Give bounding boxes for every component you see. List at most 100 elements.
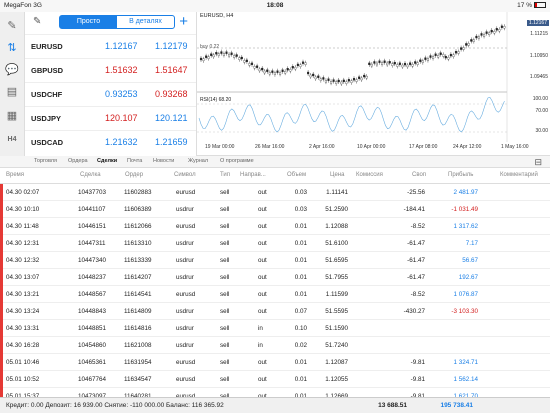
- quote-symbol: USDCHF: [31, 90, 63, 99]
- plus-icon[interactable]: +: [179, 13, 188, 30]
- quote-ask[interactable]: 1.21659: [155, 137, 188, 147]
- table-cell: 1.11599: [325, 291, 348, 298]
- profit-total: 195 738.41: [440, 402, 473, 409]
- table-row[interactable]: 04.30 16:28 10454860 11621008 usdrur sell in 0…: [0, 337, 550, 354]
- tab-trade[interactable]: Торговля: [34, 158, 57, 164]
- tab-deals[interactable]: Сделки: [97, 158, 117, 164]
- candle-body: [493, 31, 496, 34]
- table-cell: sell: [220, 342, 230, 349]
- table-row[interactable]: 05.01 10:52 10467764 11634547 eurusd sell out…: [0, 371, 550, 388]
- column-header[interactable]: Время: [6, 172, 24, 178]
- view-mode-segment[interactable]: Просто В деталях: [59, 15, 175, 29]
- chat-icon[interactable]: 💬: [4, 62, 20, 78]
- candle-body: [296, 63, 299, 67]
- chart-icon[interactable]: ⇅: [4, 40, 20, 56]
- candle-body: [227, 53, 231, 57]
- table-cell: 1.12088: [325, 223, 348, 230]
- quote-row[interactable]: USDJPY 120.107 120.121: [25, 106, 196, 130]
- table-cell: 10437703: [78, 189, 107, 196]
- table-cell: 0.01: [294, 240, 307, 247]
- tab-about[interactable]: О программе: [220, 158, 254, 164]
- quote-row[interactable]: USDCAD 1.21632 1.21659: [25, 130, 196, 154]
- table-cell: 10448237: [78, 274, 107, 281]
- column-header[interactable]: Направ...: [240, 172, 266, 178]
- quotes-icon[interactable]: ✎: [4, 18, 20, 34]
- table-row[interactable]: 04.30 13:21 10448567 11614541 eurusd sell out…: [0, 286, 550, 303]
- table-row[interactable]: 04.30 11:48 10446151 11612066 eurusd sell out…: [0, 218, 550, 235]
- table-cell: 04.30 16:28: [6, 342, 40, 349]
- table-cell: 1 317.62: [453, 223, 478, 230]
- battery-indicator: 17 %: [517, 0, 546, 12]
- candle-body: [454, 51, 458, 54]
- table-row[interactable]: 04.30 13:07 10448237 11614207 usdrur sell out…: [0, 269, 550, 286]
- column-header[interactable]: Тип: [220, 172, 230, 178]
- table-cell: -9.81: [410, 359, 425, 366]
- quote-row[interactable]: USDCHF 0.93253 0.93268: [25, 82, 196, 106]
- column-header[interactable]: Символ: [174, 172, 196, 178]
- candle-body: [470, 39, 473, 42]
- table-row[interactable]: 04.30 10:10 10441107 11606389 usdrur sell out…: [0, 201, 550, 218]
- rsi-label: RSI(14) 68.20: [200, 97, 232, 103]
- history-icon[interactable]: ▦: [4, 108, 20, 124]
- tab-news[interactable]: Новости: [153, 158, 174, 164]
- column-header[interactable]: Ордер: [125, 172, 143, 178]
- column-header[interactable]: Своп: [412, 172, 426, 178]
- candle-body: [416, 62, 419, 65]
- table-cell: 04.30 13:24: [6, 308, 40, 315]
- candlestick-series: [199, 23, 506, 86]
- table-cell: out: [258, 274, 267, 281]
- quote-ask[interactable]: 0.93268: [155, 89, 188, 99]
- quote-ask[interactable]: 120.121: [155, 113, 188, 123]
- column-header[interactable]: Комментарий: [500, 172, 538, 178]
- candle-body: [301, 61, 305, 64]
- quote-row[interactable]: EURUSD 1.12167 1.12179: [25, 34, 196, 58]
- order-line-label: buy 0.22: [200, 44, 220, 50]
- tab-journal[interactable]: Журнал: [188, 158, 208, 164]
- quote-row[interactable]: GBPUSD 1.51632 1.51647: [25, 58, 196, 82]
- price-chart[interactable]: EURUSD, H4 buy 0.22 1.12167 1.11215 1.10…: [197, 12, 550, 156]
- candle-body: [457, 51, 460, 54]
- deal-marker: [0, 320, 3, 337]
- table-cell: usdrur: [176, 257, 194, 264]
- quote-bid[interactable]: 1.21632: [105, 137, 138, 147]
- candle-body: [480, 33, 483, 36]
- table-row[interactable]: 04.30 12:32 10447340 11613339 usdrur sell out…: [0, 252, 550, 269]
- table-cell: sell: [220, 240, 230, 247]
- candle-body: [477, 36, 480, 39]
- tab-orders[interactable]: Ордера: [68, 158, 88, 164]
- candle-body: [324, 79, 328, 83]
- table-cell: 2 481.97: [453, 189, 478, 196]
- document-icon[interactable]: ▤: [4, 84, 20, 100]
- quote-bid[interactable]: 0.93253: [105, 89, 138, 99]
- table-cell: usdrur: [176, 240, 194, 247]
- h4-timeframe-icon[interactable]: H4: [4, 132, 20, 148]
- table-row[interactable]: 04.30 02:07 10437703 11602883 eurusd sell out…: [0, 184, 550, 201]
- segment-simple[interactable]: Просто: [60, 16, 117, 28]
- segment-detailed[interactable]: В деталях: [117, 16, 174, 28]
- quote-bid[interactable]: 120.107: [105, 113, 138, 123]
- deal-marker: [0, 354, 3, 371]
- column-header[interactable]: Комиссия: [356, 172, 383, 178]
- pencil-icon[interactable]: ✎: [33, 16, 41, 27]
- quote-bid[interactable]: 1.12167: [105, 41, 138, 51]
- tab-mail[interactable]: Почта: [127, 158, 142, 164]
- candle-body: [335, 81, 338, 84]
- candle-body: [396, 64, 399, 67]
- table-row[interactable]: 05.01 10:46 10465361 11631954 eurusd sell out…: [0, 354, 550, 371]
- table-cell: 11612066: [124, 223, 152, 230]
- quote-ask[interactable]: 1.12179: [155, 41, 188, 51]
- quote-ask[interactable]: 1.51647: [155, 65, 188, 75]
- settings-icon[interactable]: ⊟: [534, 157, 542, 168]
- candle-body: [345, 81, 348, 84]
- candle-body: [276, 70, 279, 73]
- column-header[interactable]: Прибыль: [448, 172, 473, 178]
- table-row[interactable]: 04.30 13:31 10448851 11614816 usdrur sell in 0…: [0, 320, 550, 337]
- table-cell: 10447311: [78, 240, 106, 247]
- candle-body: [393, 61, 396, 65]
- column-header[interactable]: Цена: [330, 172, 344, 178]
- column-header[interactable]: Сделка: [80, 172, 101, 178]
- quote-bid[interactable]: 1.51632: [105, 65, 138, 75]
- column-header[interactable]: Объем: [287, 172, 306, 178]
- table-row[interactable]: 04.30 13:24 10448843 11614809 usdrur sell out…: [0, 303, 550, 320]
- table-row[interactable]: 04.30 12:31 10447311 11613310 usdrur sell out…: [0, 235, 550, 252]
